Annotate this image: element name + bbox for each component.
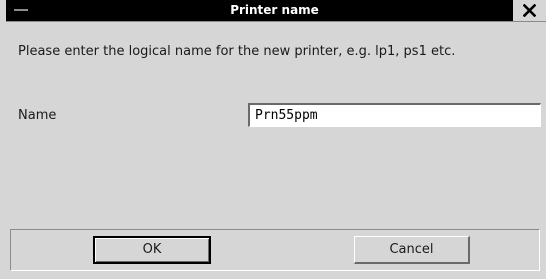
window-menu-icon[interactable] [6,0,37,21]
close-icon [523,4,536,17]
printer-name-input[interactable] [248,103,541,127]
dialog-title: Printer name [230,3,319,17]
ok-button[interactable]: OK [93,236,211,264]
printer-name-dialog: Printer name Please enter the logical na… [0,0,546,279]
cancel-button[interactable]: Cancel [354,236,470,264]
title-bar[interactable]: Printer name [6,0,546,22]
close-button[interactable] [513,0,546,21]
instruction-text: Please enter the logical name for the ne… [18,44,456,59]
button-panel: OK Cancel [10,229,540,271]
name-label: Name [18,108,57,123]
